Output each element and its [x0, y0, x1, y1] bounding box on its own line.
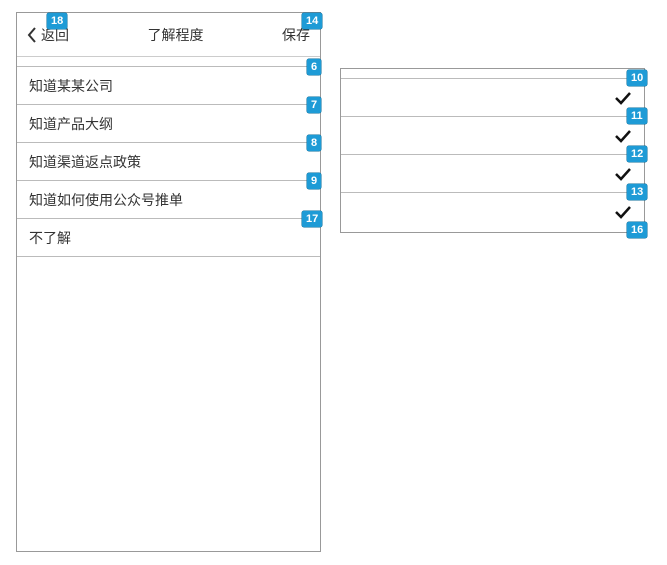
- check-icon: [614, 165, 632, 183]
- list-item[interactable]: [341, 193, 644, 231]
- check-icon: [614, 203, 632, 221]
- list-item[interactable]: 不了解: [17, 219, 320, 257]
- list-item-label: 知道某某公司: [29, 76, 308, 96]
- save-button[interactable]: 保存: [282, 25, 310, 45]
- header-gap: [17, 57, 320, 67]
- page-title: 了解程度: [148, 25, 204, 45]
- header-bar: 返回 了解程度 保存: [17, 13, 320, 57]
- check-icon: [614, 89, 632, 107]
- list-item[interactable]: 知道产品大纲: [17, 105, 320, 143]
- back-button[interactable]: 返回: [27, 25, 69, 45]
- chevron-left-icon: [27, 27, 37, 43]
- list-item-label: 知道产品大纲: [29, 114, 308, 134]
- back-label: 返回: [41, 25, 69, 45]
- right-header-gap: [341, 69, 644, 79]
- list-item-label: 知道如何使用公众号推单: [29, 190, 308, 210]
- list-item[interactable]: 知道如何使用公众号推单: [17, 181, 320, 219]
- list-item[interactable]: [341, 79, 644, 117]
- left-panel: 返回 了解程度 保存 知道某某公司 知道产品大纲 知道渠道返点政策 知道如何使用…: [16, 12, 321, 552]
- check-icon: [614, 127, 632, 145]
- list-item[interactable]: 知道渠道返点政策: [17, 143, 320, 181]
- list-item[interactable]: [341, 117, 644, 155]
- list-item-label: 知道渠道返点政策: [29, 152, 308, 172]
- list-item[interactable]: [341, 155, 644, 193]
- right-panel: [340, 68, 645, 233]
- list-item[interactable]: 知道某某公司: [17, 67, 320, 105]
- list-item-label: 不了解: [29, 228, 308, 248]
